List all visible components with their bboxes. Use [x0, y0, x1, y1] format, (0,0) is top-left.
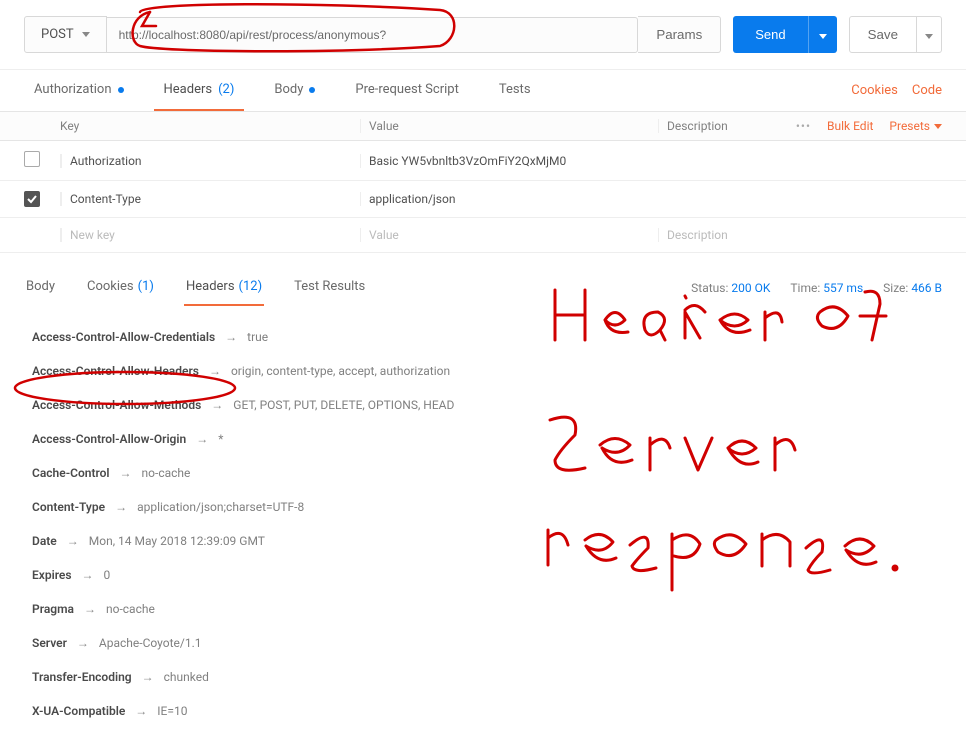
response-header-row: Cache-Control → no-cache: [32, 456, 934, 490]
response-header-key: X-UA-Compatible: [32, 704, 125, 718]
response-header-key: Date: [32, 534, 57, 548]
triangle-down-icon: [934, 124, 942, 129]
bulk-edit-link[interactable]: Bulk Edit: [827, 119, 873, 133]
chevron-down-icon: [819, 34, 827, 39]
more-options-icon[interactable]: •••: [796, 119, 811, 133]
response-header-row: Server → Apache-Coyote/1.1: [32, 626, 934, 660]
table-row-new[interactable]: New key Value Description: [0, 218, 966, 253]
send-button[interactable]: Send: [733, 16, 807, 53]
response-header-row: Content-Type → application/json;charset=UT…: [32, 490, 934, 524]
cell-value-new[interactable]: Value: [360, 228, 658, 242]
response-header-key: Content-Type: [32, 500, 105, 514]
cell-value[interactable]: application/json: [360, 192, 658, 206]
http-method-select[interactable]: POST: [24, 16, 107, 53]
response-header-key: Server: [32, 636, 67, 650]
params-button[interactable]: Params: [638, 16, 721, 53]
response-header-value: application/json;charset=UTF-8: [137, 500, 304, 514]
arrow-right-icon: →: [77, 636, 89, 650]
response-header-row: Date → Mon, 14 May 2018 12:39:09 GMT: [32, 524, 934, 558]
cell-key[interactable]: Content-Type: [60, 192, 360, 206]
response-header-row: Expires → 0: [32, 558, 934, 592]
arrow-right-icon: →: [142, 670, 154, 684]
arrow-right-icon: →: [67, 534, 79, 548]
response-header-value: origin, content-type, accept, authorizat…: [231, 364, 450, 378]
cell-desc-new[interactable]: Description: [658, 228, 942, 242]
url-input[interactable]: [107, 17, 639, 53]
cell-key-new[interactable]: New key: [60, 228, 360, 242]
arrow-right-icon: →: [120, 466, 132, 480]
cell-key[interactable]: Authorization: [60, 154, 360, 168]
send-dropdown-button[interactable]: [808, 16, 837, 53]
response-header-key: Access-Control-Allow-Origin: [32, 432, 186, 446]
size-label: Size: 466 B: [883, 281, 942, 295]
response-header-row: Access-Control-Allow-Origin → *: [32, 422, 934, 456]
cell-value[interactable]: Basic YW5vbnltb3VzOmFiY2QxMjM0: [360, 154, 658, 168]
response-header-value: Apache-Coyote/1.1: [99, 636, 202, 650]
resp-tab-body[interactable]: Body: [24, 269, 57, 306]
arrow-right-icon: →: [115, 500, 127, 514]
save-button[interactable]: Save: [849, 16, 917, 53]
response-header-key: Cache-Control: [32, 466, 110, 480]
response-header-value: GET, POST, PUT, DELETE, OPTIONS, HEAD: [233, 398, 454, 412]
response-header-key: Access-Control-Allow-Headers: [32, 364, 199, 378]
response-header-row: Pragma → no-cache: [32, 592, 934, 626]
table-row[interactable]: Authorization Basic YW5vbnltb3VzOmFiY2Qx…: [0, 141, 966, 181]
col-header-value: Value: [360, 119, 658, 133]
response-header-key: Pragma: [32, 602, 74, 616]
checkbox[interactable]: [24, 191, 40, 207]
http-method-label: POST: [41, 27, 74, 42]
col-header-key: Key: [60, 119, 360, 133]
tab-tests[interactable]: Tests: [489, 70, 541, 111]
resp-tab-headers[interactable]: Headers (12): [184, 269, 264, 306]
chevron-down-icon: [925, 34, 933, 39]
presets-dropdown[interactable]: Presets: [889, 119, 942, 133]
status-label: Status: 200 OK: [691, 281, 770, 295]
arrow-right-icon: →: [82, 568, 94, 582]
response-header-key: Expires: [32, 568, 72, 582]
response-header-value: 0: [104, 568, 111, 582]
arrow-right-icon: →: [209, 364, 221, 378]
response-header-row: Transfer-Encoding → chunked: [32, 660, 934, 694]
response-header-key: Transfer-Encoding: [32, 670, 132, 684]
response-header-value: no-cache: [106, 602, 155, 616]
arrow-right-icon: →: [84, 602, 96, 616]
response-headers-list: Access-Control-Allow-Credentials→trueAcc…: [0, 306, 966, 742]
response-header-value: *: [218, 432, 223, 446]
resp-tab-tests[interactable]: Test Results: [292, 269, 367, 306]
col-header-desc: Description: [658, 119, 796, 133]
dot-icon: [118, 87, 124, 93]
response-header-key: Access-Control-Allow-Methods: [32, 398, 201, 412]
tab-prerequest[interactable]: Pre-request Script: [345, 70, 468, 111]
response-header-row: Access-Control-Allow-Headers → origin, con…: [32, 354, 934, 388]
arrow-right-icon: →: [211, 398, 223, 412]
cookies-link[interactable]: Cookies: [851, 83, 898, 98]
checkbox[interactable]: [24, 151, 40, 167]
save-dropdown-button[interactable]: [917, 16, 942, 53]
arrow-right-icon: →: [196, 432, 208, 446]
arrow-right-icon: →: [225, 330, 237, 344]
response-header-row: Access-Control-Allow-Credentials → true: [32, 320, 934, 354]
response-header-value: chunked: [164, 670, 209, 684]
table-row[interactable]: Content-Type application/json: [0, 181, 966, 218]
response-header-value: true: [247, 330, 268, 344]
code-link[interactable]: Code: [912, 83, 942, 98]
response-header-value: Mon, 14 May 2018 12:39:09 GMT: [89, 534, 265, 548]
response-header-row: Access-Control-Allow-Methods → GET, POST, …: [32, 388, 934, 422]
arrow-right-icon: →: [135, 704, 147, 718]
resp-tab-cookies[interactable]: Cookies (1): [85, 269, 156, 306]
tab-headers[interactable]: Headers (2): [154, 70, 245, 111]
time-label: Time: 557 ms: [790, 281, 863, 295]
tab-authorization[interactable]: Authorization: [24, 70, 134, 111]
response-header-key: Access-Control-Allow-Credentials: [32, 330, 215, 344]
response-header-value: no-cache: [142, 466, 191, 480]
tab-body[interactable]: Body: [264, 70, 325, 111]
dot-icon: [309, 87, 315, 93]
chevron-down-icon: [82, 32, 90, 37]
response-header-value: IE=10: [157, 704, 187, 718]
response-header-row: X-UA-Compatible → IE=10: [32, 694, 934, 728]
